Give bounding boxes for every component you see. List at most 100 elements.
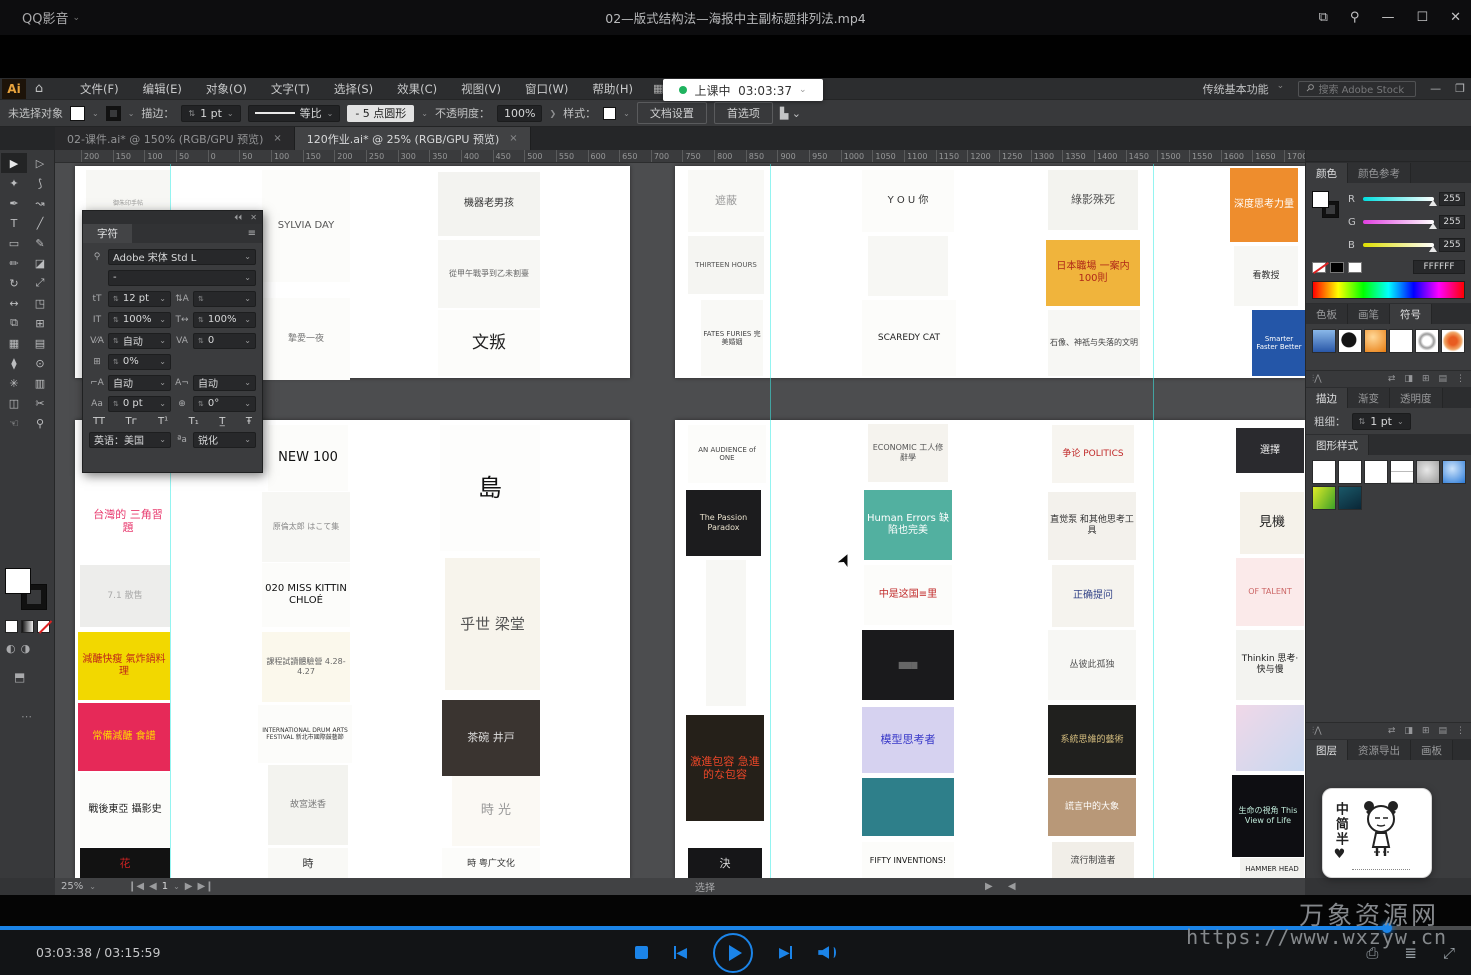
character-panel[interactable]: ⏴⏴ ✕ 字符 ≡ ⚲ Adobe 宋体 Std L⌄ -⌄ tT [82, 210, 263, 473]
type-style-button[interactable]: Tᴦ [126, 416, 138, 427]
control-extra-icon[interactable]: ▙ ⌄ [780, 107, 801, 120]
toolbar-more-icon[interactable]: ⋯ [0, 710, 55, 723]
zoom-level[interactable]: 25% [61, 881, 83, 892]
book-cover[interactable] [706, 560, 746, 706]
brush-definition-select[interactable]: - 5 点圆形 [347, 105, 414, 122]
book-cover[interactable] [868, 236, 948, 296]
book-cover[interactable]: Smarter Faster Better [1252, 310, 1305, 376]
color-mode-buttons[interactable] [5, 620, 50, 633]
book-cover[interactable]: INTERNATIONAL DRUM ARTS FESTIVAL 新北市國際鼓藝… [258, 705, 352, 763]
font-size-field[interactable]: ⇅12 pt⌄ [108, 291, 171, 307]
book-cover[interactable]: NEW 100 [268, 425, 348, 491]
book-cover[interactable]: 看教授 [1234, 246, 1298, 306]
book-cover[interactable]: ▆▆▆ [862, 630, 954, 700]
stroke-weight-select[interactable]: ⇅1 pt⌄ [1352, 413, 1411, 430]
book-cover[interactable]: 流行制造者 [1052, 842, 1134, 878]
lasso-tool[interactable]: ⟆ [27, 173, 53, 193]
panel-footer-icon[interactable]: ⋮ [1456, 726, 1465, 736]
fill-stroke-proxy[interactable] [1312, 189, 1342, 219]
book-cover[interactable]: 7.1 散售 [80, 565, 170, 627]
graphic-style-2[interactable] [1338, 460, 1362, 484]
last-artboard-icon[interactable]: ▶❙ [198, 881, 214, 892]
panel-footer-icon[interactable]: ⊞ [1422, 726, 1430, 736]
insert-space-right-select[interactable]: 自动⌄ [193, 375, 256, 391]
book-cover[interactable]: 丛彼此孤独 [1048, 630, 1136, 700]
style-swatch[interactable] [603, 107, 616, 120]
fill-swatch[interactable] [70, 106, 85, 121]
tracking-field[interactable]: ⇅0⌄ [193, 333, 256, 349]
panel-tab-符号[interactable]: 符号 [1390, 304, 1432, 324]
book-cover[interactable]: 故宮迷香 [268, 765, 348, 845]
menu-item[interactable]: 文字(T) [259, 79, 322, 99]
play-button[interactable] [713, 933, 753, 973]
preferences-button[interactable]: 首选项 [714, 102, 773, 124]
symbol-wreath[interactable] [1415, 329, 1439, 353]
gradient-tool[interactable]: ▤ [27, 333, 53, 353]
menu-item[interactable]: 帮助(H) [580, 79, 645, 99]
close-tab-icon[interactable]: × [273, 133, 281, 144]
book-cover[interactable]: 摯愛一夜 [262, 298, 350, 380]
book-cover[interactable]: 常備減醣 食譜 [78, 703, 170, 771]
zoom-tool[interactable]: ⚲ [27, 413, 53, 433]
book-cover[interactable]: 時 光 [452, 776, 540, 846]
b-slider[interactable] [1363, 243, 1434, 247]
next-artboard-icon[interactable]: ▶ [185, 881, 193, 892]
book-cover[interactable]: 生命の視角 This View of Life [1232, 775, 1304, 857]
black-swatch[interactable] [1330, 262, 1344, 273]
book-cover[interactable]: HAMMER HEAD [1240, 858, 1304, 878]
eraser-tool[interactable]: ◪ [27, 253, 53, 273]
menu-item[interactable]: 视图(V) [449, 79, 513, 99]
book-cover[interactable]: Thinkin 思考·快与慢 [1236, 630, 1304, 700]
artboard-number[interactable]: 1 [162, 881, 168, 892]
book-cover[interactable]: 課程試讀體驗營 4.28-4.27 [262, 632, 350, 702]
screen-mode-icon[interactable]: ⬒ [14, 670, 25, 684]
menu-item[interactable]: 效果(C) [385, 79, 449, 99]
menu-item[interactable]: 编辑(E) [131, 79, 194, 99]
workspace-switcher[interactable]: 传统基本功能 ⌄ [1203, 81, 1285, 97]
book-cover[interactable]: 乎世 梁堂 [445, 558, 540, 690]
book-cover[interactable]: 決 [688, 848, 762, 878]
drawing-mode-icons[interactable]: ◐◑ [6, 642, 30, 655]
book-cover[interactable]: 戰後東亞 攝影史 [80, 773, 170, 847]
book-cover[interactable]: 綠影殊死 [1048, 170, 1138, 230]
pin-icon[interactable]: ⚲ [1350, 10, 1360, 25]
book-cover[interactable]: OF TALENT [1236, 558, 1304, 626]
g-value[interactable]: 255 [1439, 215, 1465, 229]
rotate-tool[interactable]: ↻ [1, 273, 27, 293]
panel-footer-icon[interactable]: ⇄ [1388, 374, 1396, 384]
font-style-select[interactable]: -⌄ [108, 270, 256, 286]
panel-footer-icon[interactable]: ⇄ [1388, 726, 1396, 736]
mesh-tool[interactable]: ▦ [1, 333, 27, 353]
book-cover[interactable]: FATES FURIES 完美婚姻 [701, 300, 763, 376]
symbol-sprayer-tool[interactable]: ✳ [1, 373, 27, 393]
book-cover[interactable]: 系統思維的藝術 [1048, 705, 1136, 775]
book-cover[interactable] [862, 778, 954, 836]
book-cover[interactable]: 文叛 [438, 310, 540, 376]
panel-tab-颜色参考[interactable]: 颜色参考 [1348, 163, 1411, 183]
rectangle-tool[interactable]: ▭ [1, 233, 27, 253]
hand-tool[interactable]: ☜ [1, 413, 27, 433]
panel-tab-渐变[interactable]: 渐变 [1348, 388, 1390, 408]
horizontal-scale-field[interactable]: ⇅100%⌄ [193, 312, 256, 328]
pen-tool[interactable]: ✒ [1, 193, 27, 213]
document-tab[interactable]: 02-课件.ai* @ 150% (RGB/GPU 预览)× [55, 127, 295, 150]
book-cover[interactable]: The Passion Paradox [686, 490, 761, 556]
menu-item[interactable]: 文件(F) [68, 79, 131, 99]
style-libraries-icon[interactable]: ⫶⋀ [1312, 726, 1322, 736]
g-slider[interactable] [1363, 220, 1434, 224]
type-style-button[interactable]: T̲ [219, 416, 225, 427]
shape-builder-tool[interactable]: ⧉ [1, 313, 27, 333]
graphic-style-5[interactable] [1416, 460, 1440, 484]
panel-footer-icon[interactable]: ▤ [1438, 374, 1447, 384]
graphic-style-4[interactable] [1390, 460, 1414, 484]
white-swatch[interactable] [1348, 262, 1362, 273]
graphic-style-6[interactable] [1442, 460, 1466, 484]
type-style-button[interactable]: T¹ [158, 416, 168, 427]
book-cover[interactable]: FIFTY INVENTIONS! [862, 842, 954, 878]
curvature-tool[interactable]: ↝ [27, 193, 53, 213]
first-artboard-icon[interactable]: ❙◀ [128, 881, 144, 892]
panel-footer-icon[interactable]: ◨ [1404, 374, 1413, 384]
toolbar-fill-stroke[interactable] [5, 568, 49, 614]
type-tool[interactable]: T [1, 213, 27, 233]
stroke-swatch[interactable] [106, 106, 121, 121]
